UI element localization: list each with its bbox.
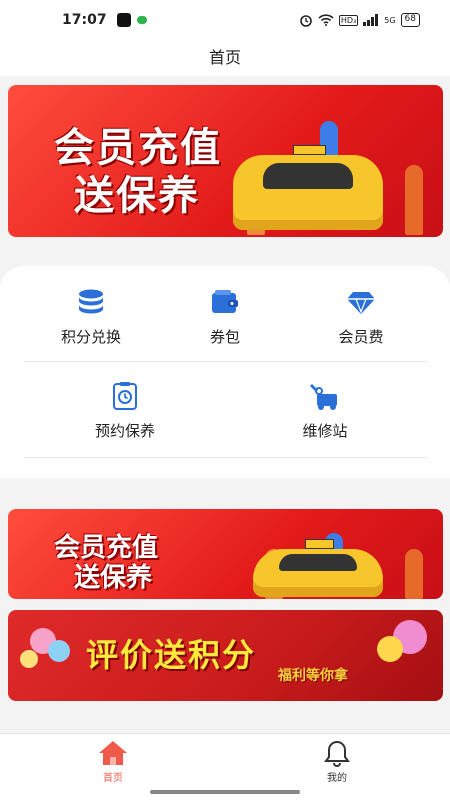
menu-label: 会员费 — [338, 328, 384, 346]
status-notifications — [116, 13, 147, 27]
battery-icon: 68 — [400, 13, 420, 27]
bell-icon — [324, 740, 350, 767]
tab-home[interactable]: 首页 — [78, 739, 148, 784]
tab-label: 我的 — [327, 773, 347, 784]
banner-subline: 送保养 — [74, 563, 153, 593]
tab-mine[interactable]: 我的 — [302, 739, 372, 784]
banner-subline: 福利等你拿 — [278, 668, 348, 684]
promo-banner-membership[interactable]: 会员充值 送保养 — [8, 85, 443, 237]
database-icon — [79, 289, 103, 314]
hd-badge: HD₃ — [338, 14, 359, 26]
menu-book-maintenance[interactable]: 预约保养 — [60, 380, 190, 441]
promo-banner-membership-2[interactable]: 会员充值 送保养 — [8, 509, 443, 599]
status-bar: 17:07 HD₃ 5G 68 — [0, 0, 450, 40]
bottom-navigation: 首页 我的 — [0, 733, 450, 800]
wallet-icon — [212, 290, 238, 313]
menu-label: 券包 — [209, 328, 240, 346]
repair-icon — [310, 384, 337, 410]
alarm-icon — [300, 15, 312, 27]
promo-banner-review-points[interactable]: 评价送积分 福利等你拿 — [8, 610, 443, 701]
person-illustration — [405, 165, 423, 235]
page-title: 首页 — [0, 40, 450, 76]
balloon-decoration — [48, 640, 70, 662]
person-illustration — [405, 549, 423, 599]
menu-divider — [24, 457, 428, 458]
menu-label: 积分兑换 — [60, 328, 121, 346]
tab-label: 首页 — [103, 773, 123, 784]
banner-subline: 送保养 — [74, 173, 200, 219]
status-time: 17:07 — [62, 12, 107, 28]
balloon-decoration — [20, 650, 38, 668]
app-notification-icon — [116, 13, 131, 27]
menu-label: 预约保养 — [94, 422, 155, 440]
menu-points-exchange[interactable]: 积分兑换 — [26, 286, 156, 347]
signal-label: 5G — [384, 15, 396, 25]
balloon-decoration — [377, 636, 403, 662]
menu-membership-fee[interactable]: 会员费 — [296, 286, 426, 347]
status-right: HD₃ 5G 68 — [299, 13, 420, 27]
banner-headline: 评价送积分 — [86, 636, 257, 674]
menu-repair-station[interactable]: 维修站 — [260, 380, 390, 441]
wifi-icon — [318, 14, 334, 26]
feature-menu: 积分兑换 券包 会员费 预约保养 维修站 — [0, 266, 450, 478]
signal-icon — [363, 14, 379, 26]
home-indicator[interactable] — [150, 790, 300, 794]
diamond-icon — [347, 292, 375, 314]
menu-divider — [24, 361, 428, 362]
menu-label: 维修站 — [302, 422, 348, 440]
taxi-illustration — [253, 539, 383, 597]
clock-clipboard-icon — [113, 382, 137, 410]
taxi-illustration — [233, 145, 383, 230]
home-icon — [99, 741, 127, 765]
menu-coupon-wallet[interactable]: 券包 — [160, 286, 290, 347]
message-notification-icon — [136, 16, 147, 24]
